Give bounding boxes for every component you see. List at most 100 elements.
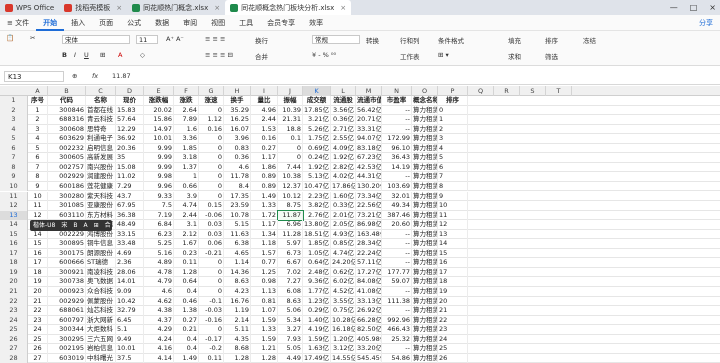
table-cell[interactable]: 1.75亿 xyxy=(303,134,331,144)
table-cell[interactable]: 0.46 xyxy=(174,296,199,307)
table-cell[interactable]: 算力租赁 xyxy=(412,315,438,326)
table-cell[interactable]: 21 xyxy=(28,296,48,307)
table-cell[interactable]: 16.18亿 xyxy=(331,325,356,335)
table-cell[interactable]: 4.65 xyxy=(224,248,251,259)
table-cell[interactable]: 6 xyxy=(438,162,468,173)
table-cell[interactable]: 0.4 xyxy=(174,334,199,345)
table-cell[interactable]: 0 xyxy=(278,153,303,163)
table-cell[interactable]: 16.76 xyxy=(224,296,251,307)
table-cell[interactable]: 25 xyxy=(438,344,468,354)
table-cell[interactable]: 9.99 xyxy=(144,153,174,163)
table-cell[interactable]: 20.36 xyxy=(116,143,144,154)
table-cell[interactable]: 5.15 xyxy=(224,220,251,230)
table-cell[interactable]: 23.59 xyxy=(224,201,251,211)
table-cell[interactable]: 26 xyxy=(28,344,48,354)
table-cell[interactable]: 4 xyxy=(438,143,468,154)
table-cell[interactable]: 4 xyxy=(28,134,48,144)
table-cell[interactable]: 南兴股份 xyxy=(86,162,116,173)
table-cell[interactable]: 11.28 xyxy=(278,229,303,240)
table-cell[interactable]: 35.29 xyxy=(224,105,251,116)
table-cell[interactable]: 8.4 xyxy=(224,181,251,192)
row-number[interactable]: 4 xyxy=(0,124,28,135)
table-cell[interactable]: 1.17 xyxy=(251,220,278,230)
share-button[interactable]: 分享 xyxy=(692,15,720,31)
table-cell[interactable]: 南凌科技 xyxy=(86,267,116,278)
row-number[interactable]: 28 xyxy=(0,353,28,363)
table-cell[interactable]: 0 xyxy=(438,105,468,116)
table-cell[interactable]: 5.13亿 xyxy=(303,172,331,182)
column-header[interactable]: N xyxy=(382,86,412,96)
column-title[interactable]: 市盈率 xyxy=(382,96,412,106)
table-cell[interactable]: 688316 xyxy=(48,115,86,125)
column-title[interactable]: 序号 xyxy=(28,96,48,106)
mini-toolbar-button[interactable]: B xyxy=(73,220,77,231)
table-cell[interactable]: 600186 xyxy=(48,181,86,192)
column-header[interactable]: J xyxy=(278,86,303,96)
table-cell[interactable]: 算力租赁 xyxy=(412,191,438,202)
table-cell[interactable]: 3.36 xyxy=(174,134,199,144)
mini-toolbar[interactable]: 楷体-U8 宋 B A ⊞ 合 xyxy=(30,220,112,232)
table-cell[interactable]: 0.03 xyxy=(199,220,224,230)
table-cell[interactable]: 算力租赁 xyxy=(412,181,438,192)
table-cell[interactable]: 1.18 xyxy=(251,239,278,249)
table-cell[interactable]: 600797 xyxy=(48,315,86,326)
table-cell[interactable]: 4.74亿 xyxy=(331,248,356,259)
row-number[interactable]: 9 xyxy=(0,172,28,182)
table-cell[interactable]: 0.27 xyxy=(251,143,278,154)
column-title[interactable]: 排序 xyxy=(438,96,468,106)
table-cell[interactable]: 17.35 xyxy=(224,191,251,202)
table-cell[interactable]: 20.71亿 xyxy=(356,115,382,125)
align-left-icon[interactable]: ≡ ≡ ≡ ⊟ xyxy=(205,51,233,59)
table-cell[interactable]: 算力租赁 xyxy=(412,258,438,268)
table-cell[interactable]: -- xyxy=(382,258,412,268)
currency-icon[interactable]: ¥ - % ⁰⁰ xyxy=(312,51,336,59)
table-cell[interactable]: -- xyxy=(382,229,412,240)
table-cell[interactable]: 5.1 xyxy=(116,325,144,335)
table-cell[interactable]: 22 xyxy=(28,306,48,316)
table-cell[interactable]: 44.31亿 xyxy=(356,172,382,182)
table-cell[interactable]: 4.74 xyxy=(174,201,199,211)
minimize-icon[interactable]: — xyxy=(670,3,678,12)
table-cell[interactable]: 1.59 xyxy=(251,315,278,326)
table-cell[interactable]: 67.95 xyxy=(116,201,144,211)
table-cell[interactable]: 56.42亿 xyxy=(356,105,382,116)
table-cell[interactable]: 算力租赁 xyxy=(412,162,438,173)
column-header[interactable]: A xyxy=(28,86,48,96)
table-cell[interactable]: 0 xyxy=(199,143,224,154)
wrap-button[interactable]: 换行 xyxy=(255,35,268,45)
table-cell[interactable]: 6.23 xyxy=(144,229,174,240)
table-cell[interactable]: 19 xyxy=(28,277,48,287)
format-painter-icon[interactable]: 📋 xyxy=(6,34,14,42)
table-cell[interactable]: 1.86 xyxy=(251,162,278,173)
window-tab[interactable]: WPS Office xyxy=(0,0,59,15)
table-cell[interactable]: 111.38 xyxy=(382,296,412,307)
table-cell[interactable]: 20.60 xyxy=(382,220,412,230)
table-cell[interactable]: 82.50亿 xyxy=(356,325,382,335)
table-cell[interactable]: 0.36亿 xyxy=(331,115,356,125)
table-cell[interactable]: 73.34亿 xyxy=(356,191,382,202)
table-cell[interactable]: 992.96 xyxy=(382,315,412,326)
table-cell[interactable]: 1 xyxy=(174,172,199,182)
table-cell[interactable]: 5.97 xyxy=(278,239,303,249)
table-cell[interactable]: 10.01 xyxy=(116,344,144,354)
table-cell[interactable]: 0.77 xyxy=(251,258,278,268)
table-cell[interactable]: 1.12 xyxy=(199,115,224,125)
table-cell[interactable]: 5 xyxy=(28,143,48,154)
table-cell[interactable]: 84.08亿 xyxy=(356,277,382,287)
table-cell[interactable]: 300295 xyxy=(48,334,86,345)
table-cell[interactable]: 32.01 xyxy=(382,191,412,202)
table-cell[interactable]: 8.75 xyxy=(278,201,303,211)
sum-button[interactable]: 求和 xyxy=(508,51,521,61)
table-cell[interactable]: 8.63 xyxy=(278,296,303,307)
table-cell[interactable]: 3.1 xyxy=(174,220,199,230)
table-cell[interactable]: 算力租赁 xyxy=(412,344,438,354)
clear-icon[interactable]: ◇ xyxy=(140,51,145,59)
table-cell[interactable]: 9.36亿 xyxy=(303,277,331,287)
table-cell[interactable]: 0.27 xyxy=(174,315,199,326)
worksheet-button[interactable]: 工作表 xyxy=(400,51,420,61)
column-title[interactable]: 涨跌幅 xyxy=(144,96,174,106)
convert-button[interactable]: 转换 xyxy=(366,35,379,45)
row-number[interactable]: 17 xyxy=(0,248,28,259)
row-number[interactable]: 16 xyxy=(0,239,28,249)
table-cell[interactable]: 4.52亿 xyxy=(331,287,356,297)
